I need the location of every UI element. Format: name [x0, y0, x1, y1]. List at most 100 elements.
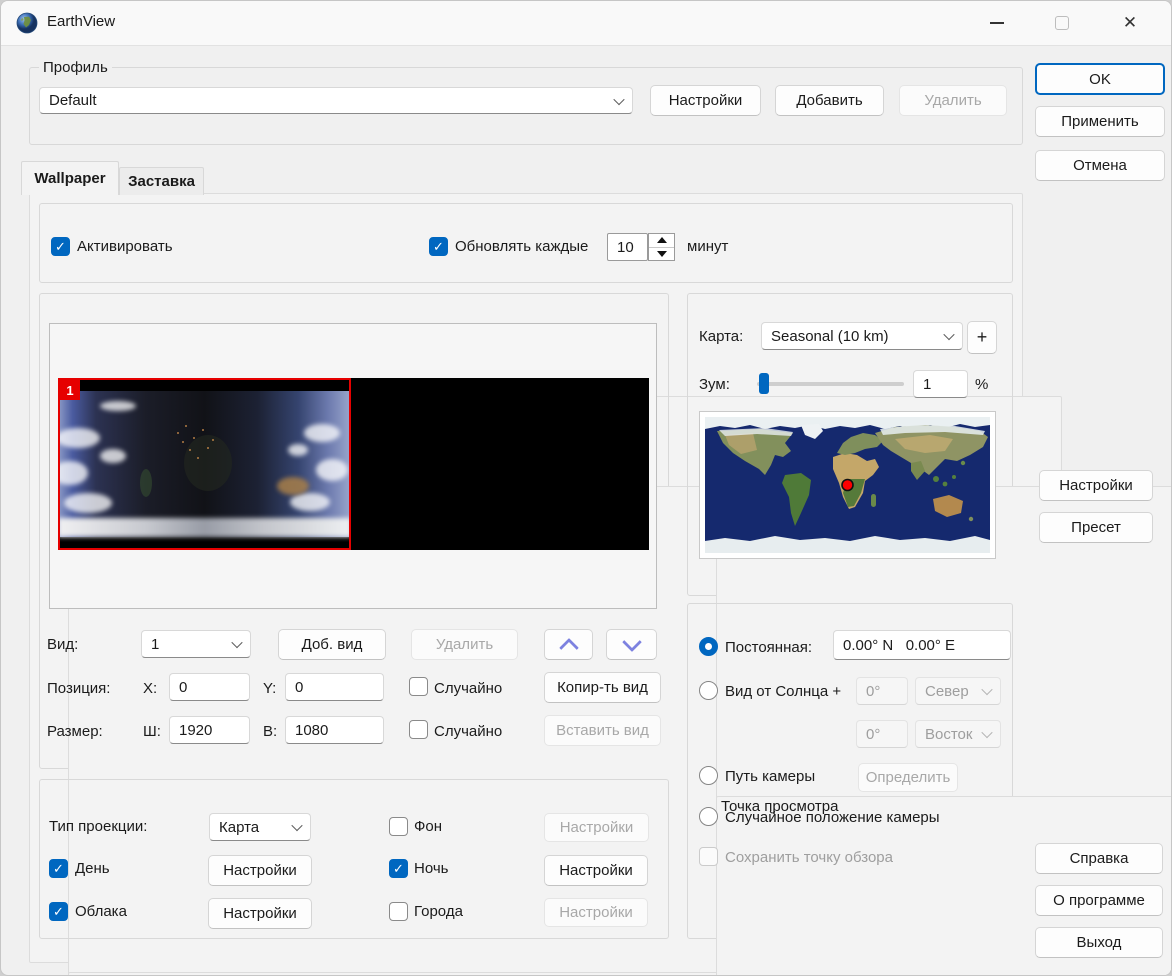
- zoom-value-input[interactable]: [913, 370, 968, 398]
- spin-down-icon: [657, 251, 667, 257]
- chevron-down-icon: [231, 637, 242, 648]
- define-path-button: Определить: [858, 763, 958, 792]
- check-icon: ✓: [53, 862, 64, 875]
- update-every-checkbox[interactable]: ✓: [429, 237, 448, 256]
- spin-down-button[interactable]: [649, 248, 674, 261]
- update-every-label: Обновлять каждые: [455, 237, 588, 257]
- chevron-down-icon: [981, 684, 992, 695]
- random-camera-radio[interactable]: [699, 807, 718, 826]
- map-select-value: Seasonal (10 km): [771, 328, 889, 345]
- view-label: Вид:: [47, 635, 78, 655]
- profile-remove-button: Удалить: [899, 85, 1007, 116]
- earthview-window: EarthView ✕ Профиль Default Настройки До…: [0, 0, 1172, 976]
- earthview-logo-icon: [16, 12, 38, 34]
- minimize-icon: [990, 22, 1004, 24]
- background-settings-button: Настройки: [544, 813, 649, 842]
- move-view-down-button[interactable]: [606, 629, 657, 660]
- view-point-marker[interactable]: [842, 480, 853, 491]
- background-checkbox[interactable]: [389, 817, 408, 836]
- fixed-point-value-field[interactable]: 0.00° N 0.00° E: [833, 630, 1011, 660]
- zoom-slider-handle[interactable]: [759, 373, 769, 394]
- size-width-input[interactable]: [169, 716, 250, 744]
- check-icon: ✓: [55, 240, 66, 253]
- cities-settings-button: Настройки: [544, 898, 648, 927]
- position-x-input[interactable]: [169, 673, 250, 701]
- map-label: Карта:: [699, 327, 743, 347]
- night-label: Ночь: [414, 859, 448, 879]
- interval-input[interactable]: [607, 233, 648, 261]
- tab-wallpaper[interactable]: Wallpaper: [21, 161, 119, 195]
- sun-offset-lat-input: 0°: [856, 677, 908, 705]
- projection-select[interactable]: Карта: [209, 813, 311, 841]
- apply-button[interactable]: Применить: [1035, 106, 1165, 137]
- maximize-button[interactable]: [1039, 1, 1085, 44]
- about-button[interactable]: О программе: [1035, 885, 1163, 916]
- check-icon: ✓: [433, 240, 444, 253]
- clouds-settings-button[interactable]: Настройки: [208, 898, 312, 929]
- add-view-button[interactable]: Доб. вид: [278, 629, 386, 660]
- profile-select[interactable]: Default: [39, 87, 633, 114]
- profile-add-button[interactable]: Добавить: [775, 85, 884, 116]
- size-height-input[interactable]: [285, 716, 384, 744]
- y-label: Y:: [263, 679, 276, 699]
- sun-view-label: Вид от Солнца +: [725, 682, 841, 702]
- check-icon: ✓: [53, 905, 64, 918]
- maximize-icon: [1055, 16, 1069, 30]
- size-random-checkbox[interactable]: [409, 720, 428, 739]
- copy-view-button[interactable]: Копир-ть вид: [544, 672, 661, 703]
- move-view-up-button[interactable]: [544, 629, 593, 660]
- exit-button[interactable]: Выход: [1035, 927, 1163, 958]
- check-icon: ✓: [393, 862, 404, 875]
- profile-settings-button[interactable]: Настройки: [650, 85, 761, 116]
- camera-path-radio[interactable]: [699, 766, 718, 785]
- cancel-button[interactable]: Отмена: [1035, 150, 1165, 181]
- help-button[interactable]: Справка: [1035, 843, 1163, 874]
- map-select[interactable]: Seasonal (10 km): [761, 322, 963, 350]
- fixed-point-label: Постоянная:: [725, 638, 812, 658]
- world-map-image[interactable]: [705, 417, 990, 553]
- sun-offset-lon-input: 0°: [856, 720, 908, 748]
- x-label: X:: [143, 679, 157, 699]
- night-checkbox[interactable]: ✓: [389, 859, 408, 878]
- position-random-label: Случайно: [434, 679, 502, 699]
- view-selection-frame[interactable]: 1: [58, 378, 351, 550]
- close-button[interactable]: ✕: [1107, 1, 1153, 44]
- sun-direction-lon-select: Восток: [915, 720, 1001, 748]
- spin-up-button[interactable]: [649, 234, 674, 248]
- position-y-input[interactable]: [285, 673, 384, 701]
- activate-checkbox[interactable]: ✓: [51, 237, 70, 256]
- size-label: Размер:: [47, 722, 103, 742]
- settings-button[interactable]: Настройки: [1039, 470, 1153, 501]
- chevron-down-icon: [613, 93, 624, 104]
- minimize-button[interactable]: [974, 1, 1020, 44]
- position-random-checkbox[interactable]: [409, 677, 428, 696]
- projection-select-value: Карта: [219, 819, 259, 836]
- cities-checkbox[interactable]: [389, 902, 408, 921]
- preset-button[interactable]: Пресет: [1039, 512, 1153, 543]
- profile-select-value: Default: [49, 92, 97, 109]
- view-number-badge: 1: [60, 380, 80, 400]
- sun-view-radio[interactable]: [699, 681, 718, 700]
- background-label: Фон: [414, 817, 442, 837]
- cities-label: Города: [414, 902, 463, 922]
- interval-spinner[interactable]: [648, 233, 675, 261]
- day-checkbox[interactable]: ✓: [49, 859, 68, 878]
- chevron-up-icon: [559, 637, 579, 657]
- view-select[interactable]: 1: [141, 630, 251, 658]
- chevron-down-icon: [291, 820, 302, 831]
- map-add-button[interactable]: +: [967, 321, 997, 354]
- chevron-down-icon: [981, 727, 992, 738]
- close-icon: ✕: [1123, 14, 1137, 31]
- night-settings-button[interactable]: Настройки: [544, 855, 648, 886]
- sun-direction-lon-value: Восток: [925, 726, 972, 743]
- chevron-down-icon: [943, 329, 954, 340]
- ok-button[interactable]: OK: [1035, 63, 1165, 95]
- percent-label: %: [975, 375, 988, 395]
- day-settings-button[interactable]: Настройки: [208, 855, 312, 886]
- clouds-checkbox[interactable]: ✓: [49, 902, 68, 921]
- zoom-slider[interactable]: [757, 382, 904, 386]
- view-select-value: 1: [151, 636, 159, 653]
- fixed-point-radio[interactable]: [699, 637, 718, 656]
- tab-screensaver[interactable]: Заставка: [119, 167, 204, 195]
- save-view-point-label: Сохранить точку обзора: [725, 848, 893, 868]
